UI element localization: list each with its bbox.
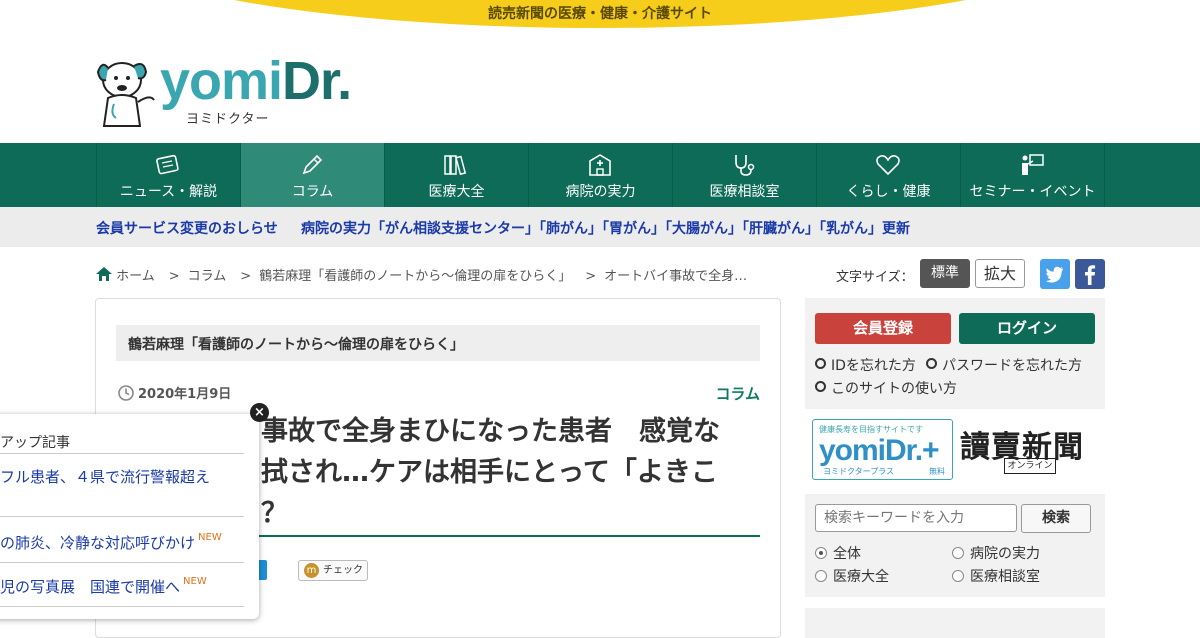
site-tagline: 読売新聞の医療・健康・介護サイト [488,6,712,22]
popup-item-2[interactable]: の肺炎、冷静な対応呼びかけ NEW [0,532,222,553]
newspaper-icon [156,154,179,175]
logo-kana: ヨミドクター [186,112,270,127]
facebook-icon [1085,265,1096,285]
font-size-label: 文字サイズ： [836,270,914,285]
search-box: 検索 全体 病院の実力 医療大全 医療相談室 [805,494,1105,597]
login-button[interactable]: ログイン [959,313,1095,344]
account-box: 会員登録 ログイン IDを忘れた方 パスワードを忘れた方 このサイトの使い方 [805,298,1105,409]
register-button[interactable]: 会員登録 [815,313,951,344]
logo-wordmark: yomiDr. [160,51,352,111]
popup-item-3[interactable]: 児の写真展 国連で開催へ NEW [0,576,207,597]
new-badge: NEW [198,532,222,543]
forgot-id-link[interactable]: IDを忘れた方 [815,355,916,375]
check-icon: m [304,563,319,578]
forgot-password-link[interactable]: パスワードを忘れた方 [926,355,1082,375]
how-to-use-link[interactable]: このサイトの使い方 [815,378,957,398]
breadcrumb-series[interactable]: 鶴若麻理「看護師のノートから～倫理の扉をひらく」 [259,269,571,284]
doctor-dog-mascot-icon [96,62,155,127]
check-button[interactable]: m チェック [298,560,368,581]
twitter-icon [1045,266,1063,283]
pencil-icon [302,154,323,175]
hospital-update-link[interactable]: 病院の実力「がん相談支援センター」「肺がん」「胃がん」「大腸がん」「肝臓がん」「… [301,218,910,238]
notice-bar: 会員サービス変更のおしらせ 病院の実力「がん相談支援センター」「肺がん」「胃がん… [0,207,1200,247]
clock-icon [118,385,134,401]
publish-date: 2020年1月9日 [118,383,231,402]
breadcrumb: ホーム > コラム > 鶴若麻理「看護師のノートから～倫理の扉をひらく」 > オートバイ事故… [96,265,753,284]
membership-notice-link[interactable]: 会員サービス変更のおしらせ [96,218,278,238]
sidebar-next-box [805,608,1105,638]
presenter-icon [1022,154,1044,175]
nav-item-lifestyle[interactable]: くらし・健康 [817,143,961,207]
popup-close-button[interactable]: × [250,403,269,422]
facebook-share-button[interactable] [1075,259,1105,289]
search-scope-all[interactable]: 全体 [815,543,861,563]
popup-title: アップ記事 [0,435,70,451]
twitter-share-button[interactable] [1040,259,1070,289]
yomidr-plus-logo: yomiDr.+ [819,434,940,467]
breadcrumb-column[interactable]: コラム [188,269,227,284]
popup-item-1[interactable]: フル患者、４県で流行警報超え [0,466,210,487]
series-title[interactable]: 鶴若麻理「看護師のノートから～倫理の扉をひらく」 [116,325,760,361]
breadcrumb-current: オートバイ事故で全身… [604,269,748,284]
yomiuri-online-banner[interactable]: 讀賣新聞 オンライン [960,420,1100,480]
font-size-large-button[interactable]: 拡大 [975,259,1025,288]
site-logo[interactable]: yomiDr. ヨミドクター [94,54,364,130]
search-scope-consultation[interactable]: 医療相談室 [952,566,1040,586]
yomidr-plus-banner[interactable]: 健康長寿を目指すサイトです yomiDr.+ ヨミドクタープラス 無料 [812,419,953,480]
breadcrumb-home[interactable]: ホーム [116,269,155,284]
home-icon [96,267,112,281]
books-icon [444,155,467,176]
stethoscope-icon [735,155,755,176]
nav-item-hospital[interactable]: 病院の実力 [529,143,673,207]
nav-item-encyclopedia[interactable]: 医療大全 [385,143,529,207]
heart-icon [876,155,900,176]
nav-item-news[interactable]: ニュース・解説 [97,143,241,207]
search-button[interactable]: 検索 [1021,504,1091,533]
popular-articles-popup: アップ記事 フル患者、４県で流行警報超え の肺炎、冷静な対応呼びかけ NEW 児の… [0,414,259,619]
search-input[interactable] [815,504,1017,532]
font-size-standard-button[interactable]: 標準 [920,259,970,288]
nav-item-consultation[interactable]: 医療相談室 [673,143,817,207]
category-link[interactable]: コラム [715,383,760,404]
new-badge: NEW [183,576,207,587]
nav-item-seminar[interactable]: セミナー・イベント [961,143,1105,207]
nav-item-column[interactable]: コラム [241,143,385,207]
search-scope-encyclopedia[interactable]: 医療大全 [815,566,889,586]
main-nav: ニュース・解説 コラム 医療大全 病院の実力 医療相談室 くらし・健康 セミナー… [0,143,1200,207]
hospital-icon [589,154,611,176]
search-scope-hospital[interactable]: 病院の実力 [952,543,1040,563]
